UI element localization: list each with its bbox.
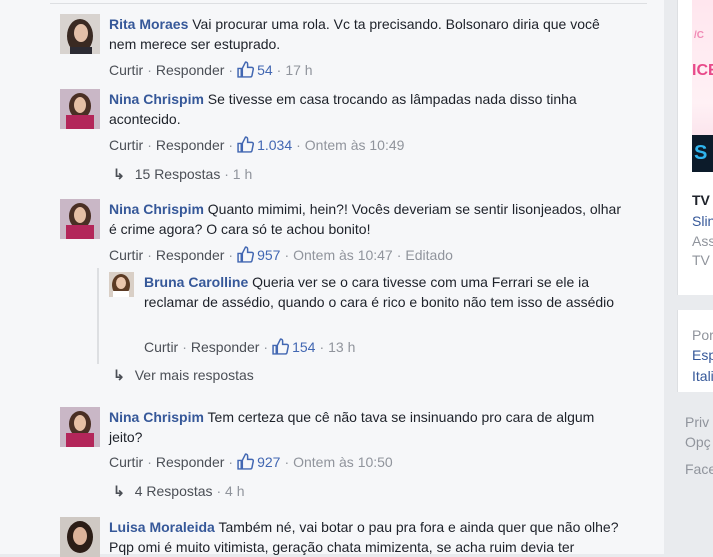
comments-feed: Rita Moraes Vai procurar uma rola. Vc ta… bbox=[0, 0, 664, 557]
comment-text: Rita Moraes Vai procurar uma rola. Vc ta… bbox=[109, 14, 629, 54]
like-count[interactable]: 54 bbox=[237, 61, 273, 78]
comment-time[interactable]: Ontem às 10:49 bbox=[305, 137, 405, 153]
comment-text: Luisa Moraleida Também né, vai botar o p… bbox=[109, 517, 629, 557]
thumbs-up-icon bbox=[272, 338, 290, 355]
reply-thread-line bbox=[97, 268, 99, 364]
footer-link[interactable]: Priv bbox=[685, 414, 709, 430]
sidebar-link[interactable]: Esp bbox=[692, 347, 713, 363]
edited-label[interactable]: Editado bbox=[405, 247, 452, 263]
footer-link[interactable]: Face bbox=[685, 461, 713, 477]
like-count[interactable]: 927 bbox=[237, 453, 280, 470]
sidebar-text: Ass bbox=[692, 233, 713, 249]
comment-text: Nina Chrispim Tem certeza que cê não tav… bbox=[109, 407, 629, 447]
comment-time[interactable]: Ontem às 10:47 bbox=[293, 247, 393, 263]
comment-text: Nina Chrispim Se tivesse em casa trocand… bbox=[109, 89, 629, 129]
avatar[interactable] bbox=[60, 89, 100, 129]
comment-actions: Curtir · Responder · 1.034 · Ontem às 10:49 bbox=[109, 136, 405, 153]
comment-author[interactable]: Rita Moraes bbox=[109, 16, 188, 32]
reply-text: Bruna Carolline Queria ver se o cara tiv… bbox=[144, 272, 634, 312]
reply-arrow-icon: ↳ bbox=[113, 367, 125, 383]
avatar[interactable] bbox=[60, 407, 100, 447]
reply-actions: Curtir · Responder · 154 · 13 h bbox=[144, 338, 356, 355]
like-link[interactable]: Curtir bbox=[144, 339, 178, 355]
comment-author[interactable]: Luisa Moraleida bbox=[109, 519, 215, 535]
comment-author[interactable]: Bruna Carolline bbox=[144, 274, 248, 290]
comment-author[interactable]: Nina Chrispim bbox=[109, 409, 204, 425]
thumbs-up-icon bbox=[237, 136, 255, 153]
like-count[interactable]: 154 bbox=[272, 338, 315, 355]
comment-time[interactable]: Ontem às 10:50 bbox=[293, 454, 393, 470]
like-link[interactable]: Curtir bbox=[109, 137, 143, 153]
reply-link[interactable]: Responder bbox=[156, 137, 225, 153]
like-count[interactable]: 957 bbox=[237, 246, 280, 263]
promo-image[interactable]: /C ICE S bbox=[692, 0, 713, 172]
comment-actions: Curtir · Responder · 957 · Ontem às 10:47 · Edit… bbox=[109, 246, 453, 263]
like-link[interactable]: Curtir bbox=[109, 454, 143, 470]
avatar[interactable] bbox=[60, 14, 100, 54]
sidebar-link[interactable]: Itali bbox=[692, 368, 713, 384]
like-link[interactable]: Curtir bbox=[109, 247, 143, 263]
reply-arrow-icon: ↳ bbox=[113, 483, 125, 499]
thumbs-up-icon bbox=[237, 61, 255, 78]
reply-link[interactable]: Responder bbox=[156, 247, 225, 263]
avatar[interactable] bbox=[60, 199, 100, 239]
sidebar-text: Por bbox=[692, 327, 713, 343]
avatar[interactable] bbox=[60, 517, 100, 557]
view-replies-link[interactable]: ↳ 4 Respostas · 4 h bbox=[113, 483, 244, 500]
reply-link[interactable]: Responder bbox=[156, 454, 225, 470]
comment-time[interactable]: 17 h bbox=[285, 62, 312, 78]
sidebar-text: TV bbox=[692, 252, 710, 268]
reply-arrow-icon: ↳ bbox=[113, 166, 125, 182]
avatar[interactable] bbox=[109, 272, 134, 297]
sidebar-title[interactable]: TV bbox=[692, 192, 710, 208]
reply-link[interactable]: Responder bbox=[191, 339, 260, 355]
comment-text: Nina Chrispim Quanto mimimi, hein?! Você… bbox=[109, 199, 629, 239]
comment-author[interactable]: Nina Chrispim bbox=[109, 91, 204, 107]
thumbs-up-icon bbox=[237, 246, 255, 263]
like-count[interactable]: 1.034 bbox=[237, 136, 292, 153]
sidebar-link[interactable]: Slin bbox=[692, 213, 713, 229]
comment-actions: Curtir · Responder · 927 · Ontem às 10:50 bbox=[109, 453, 393, 470]
footer-link[interactable]: Opç bbox=[685, 434, 711, 450]
like-link[interactable]: Curtir bbox=[109, 62, 143, 78]
divider bbox=[50, 3, 647, 4]
comment-author[interactable]: Nina Chrispim bbox=[109, 201, 204, 217]
comment-time[interactable]: 13 h bbox=[328, 339, 355, 355]
reply-link[interactable]: Responder bbox=[156, 62, 225, 78]
more-replies-link[interactable]: ↳ Ver mais respostas bbox=[113, 367, 254, 384]
thumbs-up-icon bbox=[237, 453, 255, 470]
comment-actions: Curtir · Responder · 54 · 17 h bbox=[109, 61, 313, 78]
view-replies-link[interactable]: ↳ 15 Respostas · 1 h bbox=[113, 166, 252, 183]
